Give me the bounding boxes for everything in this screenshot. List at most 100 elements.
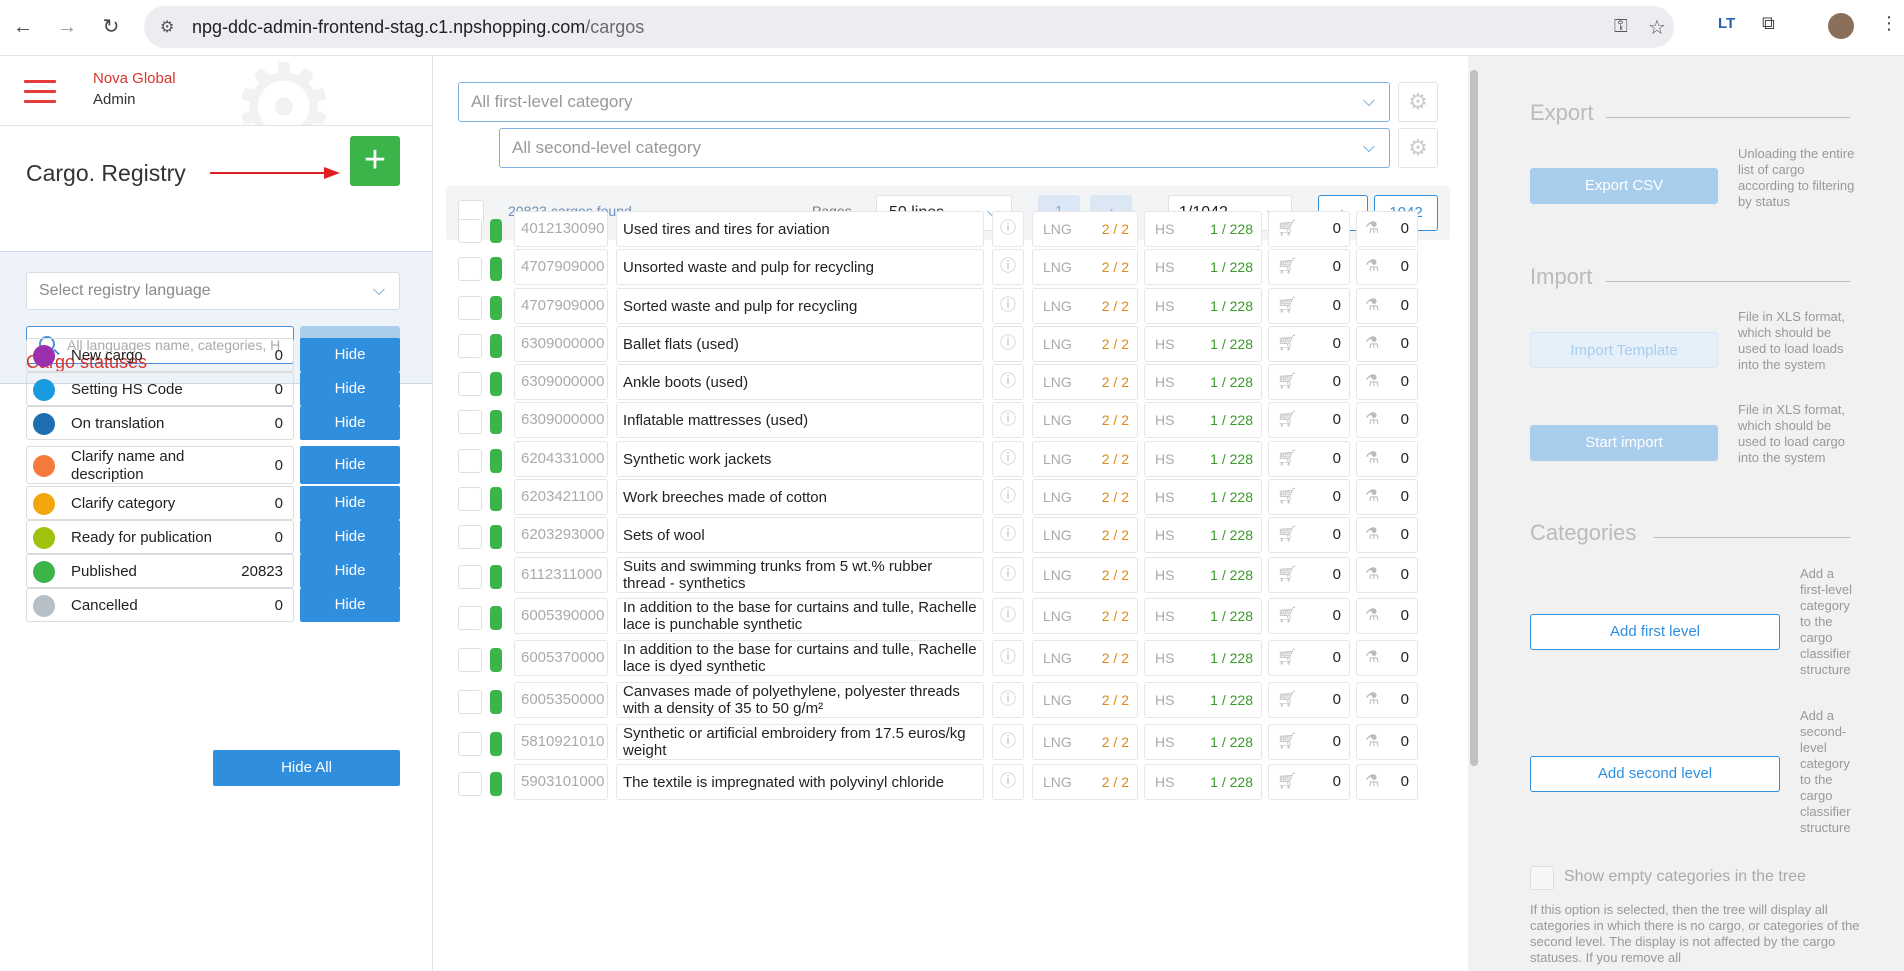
cart-cell[interactable]: 🛒︎ 0	[1268, 517, 1350, 553]
lab-cell[interactable]: ⚗ 0	[1356, 249, 1418, 285]
browser-menu-icon[interactable]: ⋮	[1880, 13, 1898, 34]
cart-cell[interactable]: 🛒︎ 0	[1268, 249, 1350, 285]
start-import-button[interactable]: Start import	[1530, 425, 1718, 461]
info-icon[interactable]: ⓘ	[992, 724, 1024, 760]
cart-cell[interactable]: 🛒︎ 0	[1268, 557, 1350, 593]
languages-cell[interactable]: LNG 2 / 2	[1032, 479, 1138, 515]
lab-cell[interactable]: ⚗ 0	[1356, 402, 1418, 438]
cargo-row[interactable]: 6203421100 Work breeches made of cotton ⓘ L…	[446, 477, 1450, 517]
cart-cell[interactable]: 🛒︎ 0	[1268, 211, 1350, 247]
info-icon[interactable]: ⓘ	[992, 479, 1024, 515]
cargo-row[interactable]: 6309000000 Ballet flats (used) ⓘ LNG 2 / 2 HS…	[446, 324, 1450, 364]
info-icon[interactable]: ⓘ	[992, 598, 1024, 634]
cargo-row[interactable]: 6204331000 Synthetic work jackets ⓘ LNG 2 / …	[446, 439, 1450, 479]
cargo-name[interactable]: Work breeches made of cotton	[616, 479, 984, 515]
cargo-row[interactable]: 6005390000 In addition to the base for cu…	[446, 596, 1450, 636]
languages-cell[interactable]: LNG 2 / 2	[1032, 517, 1138, 553]
info-icon[interactable]: ⓘ	[992, 326, 1024, 362]
reload-icon[interactable]: ↻	[98, 14, 124, 40]
hs-cell[interactable]: HS 1 / 228	[1144, 402, 1262, 438]
info-icon[interactable]: ⓘ	[992, 288, 1024, 324]
cargo-row[interactable]: 6309000000 Ankle boots (used) ⓘ LNG 2 / 2 HS 1…	[446, 362, 1450, 402]
row-checkbox[interactable]	[458, 219, 482, 243]
languages-cell[interactable]: LNG 2 / 2	[1032, 364, 1138, 400]
info-icon[interactable]: ⓘ	[992, 364, 1024, 400]
extensions-puzzle-icon[interactable]: ⧉	[1762, 13, 1775, 34]
hs-cell[interactable]: HS 1 / 228	[1144, 441, 1262, 477]
info-icon[interactable]: ⓘ	[992, 557, 1024, 593]
info-icon[interactable]: ⓘ	[992, 764, 1024, 800]
lab-cell[interactable]: ⚗ 0	[1356, 598, 1418, 634]
site-settings-icon[interactable]: ⚙	[160, 17, 174, 37]
cargo-name[interactable]: Sets of wool	[616, 517, 984, 553]
second-level-category-select[interactable]: All second-level category ⌵	[499, 128, 1390, 168]
cart-cell[interactable]: 🛒︎ 0	[1268, 479, 1350, 515]
row-checkbox[interactable]	[458, 487, 482, 511]
cargo-row[interactable]: 6112311000 Suits and swimming trunks from…	[446, 555, 1450, 595]
row-checkbox[interactable]	[458, 449, 482, 473]
first-level-settings-gear-icon[interactable]: ⚙	[1398, 82, 1438, 122]
cargo-row[interactable]: 6203293000 Sets of wool ⓘ LNG 2 / 2 HS 1 / 228…	[446, 515, 1450, 555]
lab-cell[interactable]: ⚗ 0	[1356, 364, 1418, 400]
cart-cell[interactable]: 🛒︎ 0	[1268, 364, 1350, 400]
languages-cell[interactable]: LNG 2 / 2	[1032, 724, 1138, 760]
hs-cell[interactable]: HS 1 / 228	[1144, 211, 1262, 247]
forward-arrow-icon[interactable]: →	[54, 14, 80, 40]
lab-cell[interactable]: ⚗ 0	[1356, 640, 1418, 676]
row-checkbox[interactable]	[458, 772, 482, 796]
registry-language-select[interactable]: Select registry language ⌵	[26, 272, 400, 310]
lab-cell[interactable]: ⚗ 0	[1356, 326, 1418, 362]
info-icon[interactable]: ⓘ	[992, 640, 1024, 676]
hide-status-button[interactable]: Hide	[300, 338, 400, 372]
extension-lt-icon[interactable]: LT	[1718, 15, 1735, 32]
cargo-name[interactable]: Unsorted waste and pulp for recycling	[616, 249, 984, 285]
hide-status-button[interactable]: Hide	[300, 406, 400, 440]
row-checkbox[interactable]	[458, 732, 482, 756]
lab-cell[interactable]: ⚗ 0	[1356, 764, 1418, 800]
hide-status-button[interactable]: Hide	[300, 486, 400, 520]
row-checkbox[interactable]	[458, 334, 482, 358]
bookmark-star-icon[interactable]: ☆	[1648, 15, 1666, 40]
hs-cell[interactable]: HS 1 / 228	[1144, 479, 1262, 515]
second-level-settings-gear-icon[interactable]: ⚙	[1398, 128, 1438, 168]
hide-status-button[interactable]: Hide	[300, 446, 400, 484]
lab-cell[interactable]: ⚗ 0	[1356, 479, 1418, 515]
hs-cell[interactable]: HS 1 / 228	[1144, 517, 1262, 553]
languages-cell[interactable]: LNG 2 / 2	[1032, 288, 1138, 324]
lab-cell[interactable]: ⚗ 0	[1356, 517, 1418, 553]
row-checkbox[interactable]	[458, 565, 482, 589]
add-second-level-button[interactable]: Add second level	[1530, 756, 1780, 792]
cargo-name[interactable]: Canvases made of polyethylene, polyester…	[616, 682, 984, 718]
hide-status-button[interactable]: Hide	[300, 588, 400, 622]
cargo-row[interactable]: 4707909000 Sorted waste and pulp for recy…	[446, 286, 1450, 326]
add-first-level-button[interactable]: Add first level	[1530, 614, 1780, 650]
import-template-button[interactable]: Import Template	[1530, 332, 1718, 368]
first-level-category-select[interactable]: All first-level category ⌵	[458, 82, 1390, 122]
cargo-name[interactable]: Synthetic or artificial embroidery from …	[616, 724, 984, 760]
row-checkbox[interactable]	[458, 648, 482, 672]
cargo-row[interactable]: 5810921010 Synthetic or artificial embroi…	[446, 722, 1450, 762]
cargo-row[interactable]: 6005370000 In addition to the base for cu…	[446, 638, 1450, 678]
password-key-icon[interactable]: ⚿	[1614, 16, 1628, 37]
cart-cell[interactable]: 🛒︎ 0	[1268, 724, 1350, 760]
cargo-row[interactable]: 6309000000 Inflatable mattresses (used) ⓘ L…	[446, 400, 1450, 440]
cargo-name[interactable]: Inflatable mattresses (used)	[616, 402, 984, 438]
show-empty-categories-checkbox[interactable]	[1530, 866, 1554, 890]
lab-cell[interactable]: ⚗ 0	[1356, 724, 1418, 760]
cart-cell[interactable]: 🛒︎ 0	[1268, 598, 1350, 634]
languages-cell[interactable]: LNG 2 / 2	[1032, 402, 1138, 438]
hide-status-button[interactable]: Hide	[300, 520, 400, 554]
cart-cell[interactable]: 🛒︎ 0	[1268, 288, 1350, 324]
hs-cell[interactable]: HS 1 / 228	[1144, 288, 1262, 324]
row-checkbox[interactable]	[458, 257, 482, 281]
languages-cell[interactable]: LNG 2 / 2	[1032, 441, 1138, 477]
cargo-name[interactable]: Used tires and tires for aviation	[616, 211, 984, 247]
row-checkbox[interactable]	[458, 606, 482, 630]
lab-cell[interactable]: ⚗ 0	[1356, 557, 1418, 593]
languages-cell[interactable]: LNG 2 / 2	[1032, 764, 1138, 800]
lab-cell[interactable]: ⚗ 0	[1356, 441, 1418, 477]
hs-cell[interactable]: HS 1 / 228	[1144, 364, 1262, 400]
hs-cell[interactable]: HS 1 / 228	[1144, 598, 1262, 634]
cargo-name[interactable]: The textile is impregnated with polyviny…	[616, 764, 984, 800]
row-checkbox[interactable]	[458, 690, 482, 714]
